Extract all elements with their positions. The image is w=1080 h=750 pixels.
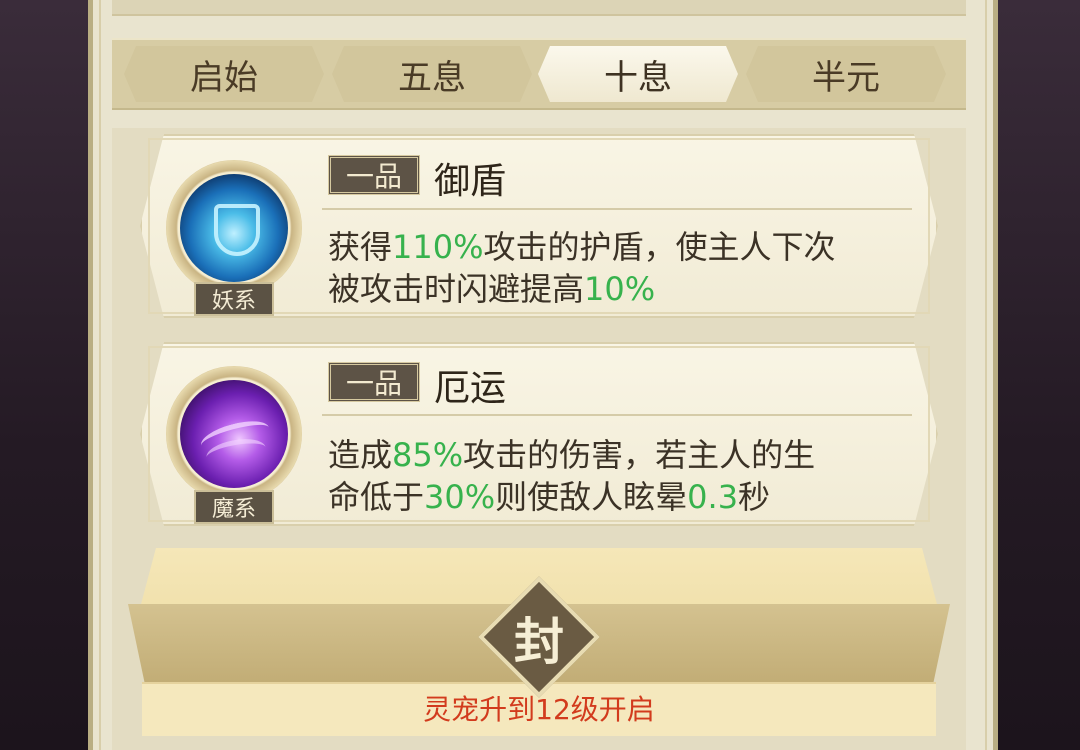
seal-char: 封 — [514, 612, 564, 671]
tab-qishi[interactable]: 启始 — [124, 46, 324, 102]
tab-bar: 启始 五息 十息 半元 — [112, 38, 966, 110]
grade-badge: 一品 — [328, 362, 420, 402]
skill-description: 获得110%攻击的护盾，使主人下次 被攻击时闪避提高10% — [328, 226, 836, 310]
top-panel — [112, 0, 966, 16]
vortex-skill-icon — [180, 380, 288, 488]
tab-banyuan[interactable]: 半元 — [746, 46, 946, 102]
desc-line-1: 造成85%攻击的伤害，若主人的生 — [328, 436, 816, 474]
locked-skill-slot[interactable]: 封 灵宠升到12级开启 — [128, 548, 950, 736]
shield-icon — [214, 204, 260, 256]
tab-shixi[interactable]: 十息 — [538, 46, 738, 102]
desc-line-2: 被攻击时闪避提高10% — [328, 270, 656, 308]
divider — [322, 208, 912, 210]
shield-skill-icon — [180, 174, 288, 282]
skill-name: 厄运 — [434, 368, 507, 409]
unlock-requirement-text: 灵宠升到12级开启 — [423, 693, 655, 726]
tab-wuxi[interactable]: 五息 — [332, 46, 532, 102]
seal-emblem: 封 — [464, 576, 614, 698]
skill-emblem: 妖系 — [166, 160, 302, 316]
skill-description: 造成85%攻击的伤害，若主人的生 命低于30%则使敌人眩晕0.3秒 — [328, 434, 815, 518]
divider — [322, 414, 912, 416]
desc-line-2: 命低于30%则使敌人眩晕0.3秒 — [328, 478, 771, 516]
skill-name: 御盾 — [434, 161, 507, 202]
skill-emblem: 魔系 — [166, 366, 302, 524]
element-tag: 妖系 — [194, 282, 274, 316]
grade-badge: 一品 — [328, 155, 420, 195]
background-left — [0, 0, 92, 750]
background-right — [994, 0, 1080, 750]
desc-line-1: 获得110%攻击的护盾，使主人下次 — [328, 228, 836, 266]
element-tag: 魔系 — [194, 490, 274, 524]
